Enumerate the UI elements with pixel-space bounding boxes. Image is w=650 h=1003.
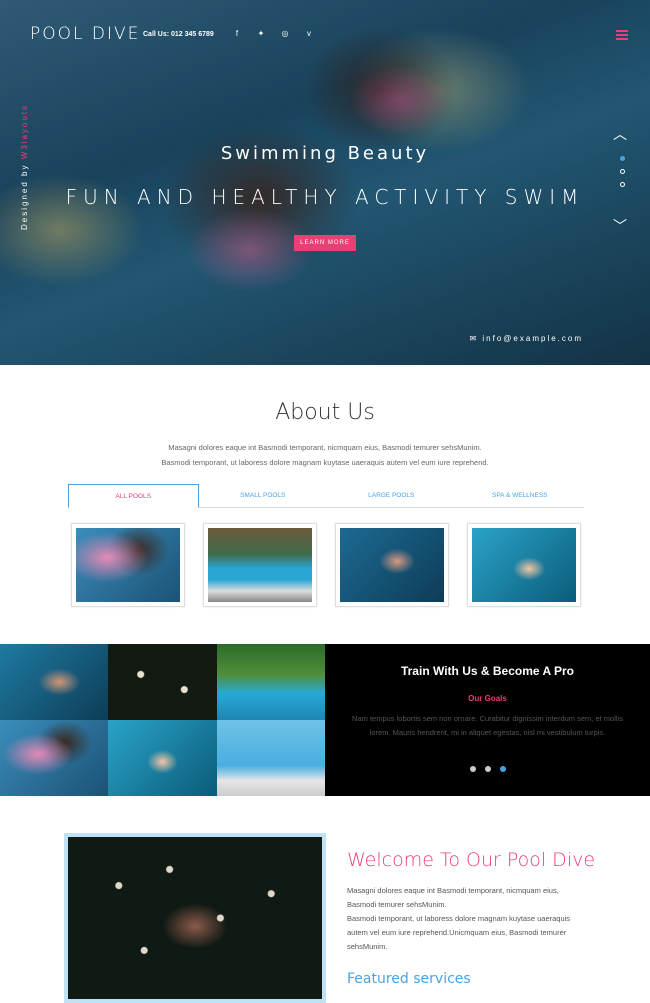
dribbble-icon[interactable]: ◎ — [280, 29, 290, 38]
photo-mosaic — [0, 644, 325, 796]
designed-by: Designed by W3layouts — [20, 103, 29, 230]
mosaic-image — [0, 644, 108, 720]
facebook-icon[interactable]: f — [232, 29, 242, 38]
train-title: Train With Us & Become A Pro — [400, 664, 575, 678]
email-contact[interactable]: ✉ info@example.com — [469, 334, 583, 343]
tab-small-pools[interactable]: SMALL POOLS — [199, 484, 328, 507]
twitter-icon[interactable]: ✦ — [256, 29, 266, 38]
welcome-image — [64, 833, 326, 1003]
goals-subtitle: Our Goals — [468, 694, 507, 703]
mosaic-image — [108, 720, 217, 796]
about-title: About Us — [275, 400, 375, 425]
slider-dots — [620, 156, 625, 187]
hero-title: FUN AND HEALTHY ACTIVITY SWIM — [65, 185, 585, 209]
carousel-dot[interactable] — [484, 766, 491, 772]
chevron-up-icon[interactable]: ︿ — [608, 124, 632, 142]
featured-services-title: Featured services — [347, 971, 471, 987]
menu-icon[interactable] — [616, 30, 628, 42]
about-text: Masagni dolores eaque int Basmodi tempor… — [161, 443, 489, 467]
hero-banner: POOL DIVE Call Us: 012 345 6789 f ✦ ◎ v … — [0, 0, 650, 365]
mosaic-image — [108, 644, 217, 720]
gallery-image[interactable] — [71, 523, 185, 607]
slider-dot[interactable] — [620, 182, 625, 187]
pool-gallery — [71, 523, 581, 607]
carousel-dot[interactable] — [499, 766, 506, 772]
social-links: f ✦ ◎ v — [232, 29, 314, 38]
chevron-down-icon[interactable]: ﹀ — [608, 216, 632, 234]
envelope-icon: ✉ — [469, 334, 483, 343]
train-section: Train With Us & Become A Pro Our Goals N… — [325, 644, 650, 796]
hero-subtitle: Swimming Beauty — [220, 143, 430, 164]
tab-spa-wellness[interactable]: SPA & WELLNESS — [456, 484, 585, 507]
slider-dot[interactable] — [620, 169, 625, 174]
mosaic-image — [217, 720, 325, 796]
carousel-dot[interactable] — [469, 766, 476, 772]
vimeo-icon[interactable]: v — [304, 29, 314, 38]
tab-large-pools[interactable]: LARGE POOLS — [327, 484, 456, 507]
testimonial-dots — [325, 766, 650, 772]
welcome-text: Masagni dolores eaque int Basmodi tempor… — [347, 886, 571, 951]
learn-more-button[interactable]: LEARN MORE — [294, 235, 356, 251]
train-text: Nam tempus lobortis sem non ornare. Cura… — [352, 714, 623, 737]
gallery-image[interactable] — [203, 523, 317, 607]
welcome-title: Welcome To Our Pool Dive — [347, 849, 596, 871]
pool-tabs: ALL POOLS SMALL POOLS LARGE POOLS SPA & … — [68, 484, 584, 508]
gallery-image[interactable] — [335, 523, 449, 607]
tab-all-pools[interactable]: ALL POOLS — [68, 484, 199, 508]
mosaic-image — [217, 644, 325, 720]
slider-dot[interactable] — [620, 156, 625, 161]
gallery-image[interactable] — [467, 523, 581, 607]
mosaic-image — [0, 720, 108, 796]
logo[interactable]: POOL DIVE — [30, 24, 140, 44]
call-number: Call Us: 012 345 6789 — [143, 31, 214, 38]
